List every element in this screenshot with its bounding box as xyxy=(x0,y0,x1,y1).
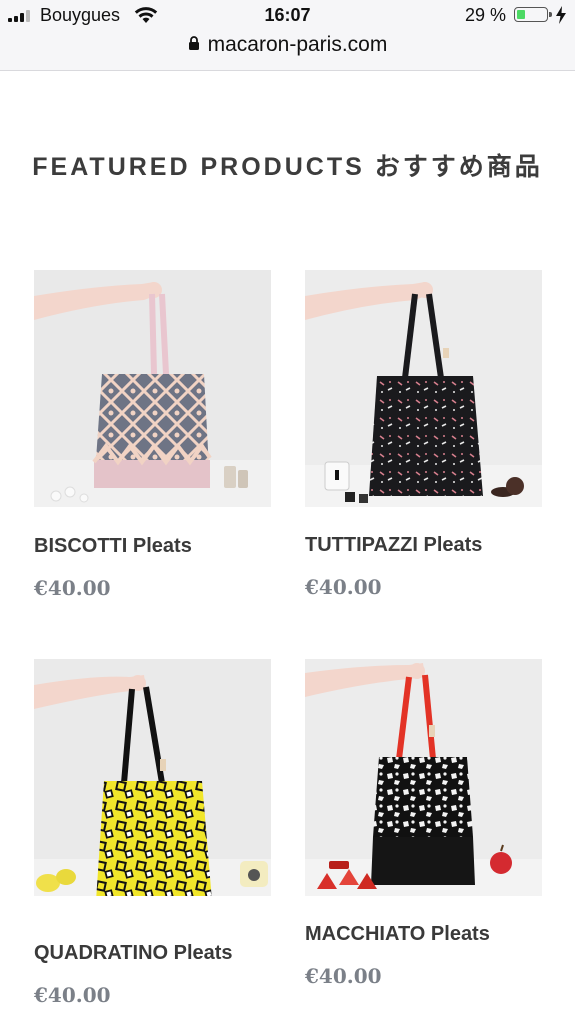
battery-icon xyxy=(514,7,552,22)
product-image-macchiato[interactable] xyxy=(305,659,542,896)
battery-percentage: 29 % xyxy=(465,5,507,25)
product-name[interactable]: MACCHIATO Pleats xyxy=(305,923,565,946)
section-title: FEATURED PRODUCTS おすすめ商品 xyxy=(32,153,543,181)
product-price: €40.00 xyxy=(305,964,382,988)
status-bar: Bouygues 16:07 29 % xyxy=(0,0,575,32)
product-image-tuttipazzi[interactable] xyxy=(305,270,542,507)
lock-icon xyxy=(188,36,199,51)
charging-bolt-icon xyxy=(556,6,566,24)
product-name[interactable]: TUTTIPAZZI Pleats xyxy=(305,534,565,557)
product-image-biscotti[interactable] xyxy=(34,270,271,507)
browser-top-bar: Bouygues 16:07 29 % macaron-paris.com xyxy=(0,0,575,71)
address-bar[interactable]: macaron-paris.com xyxy=(0,33,575,57)
product-price: €40.00 xyxy=(305,575,382,599)
product-image-quadratino[interactable] xyxy=(34,659,271,896)
url-text: macaron-paris.com xyxy=(207,33,388,56)
product-price: €40.00 xyxy=(34,576,111,600)
product-name[interactable]: QUADRATINO Pleats xyxy=(34,942,294,965)
battery-level-fill xyxy=(517,10,525,19)
product-price: €40.00 xyxy=(34,983,111,1007)
product-name[interactable]: BISCOTTI Pleats xyxy=(34,535,294,558)
